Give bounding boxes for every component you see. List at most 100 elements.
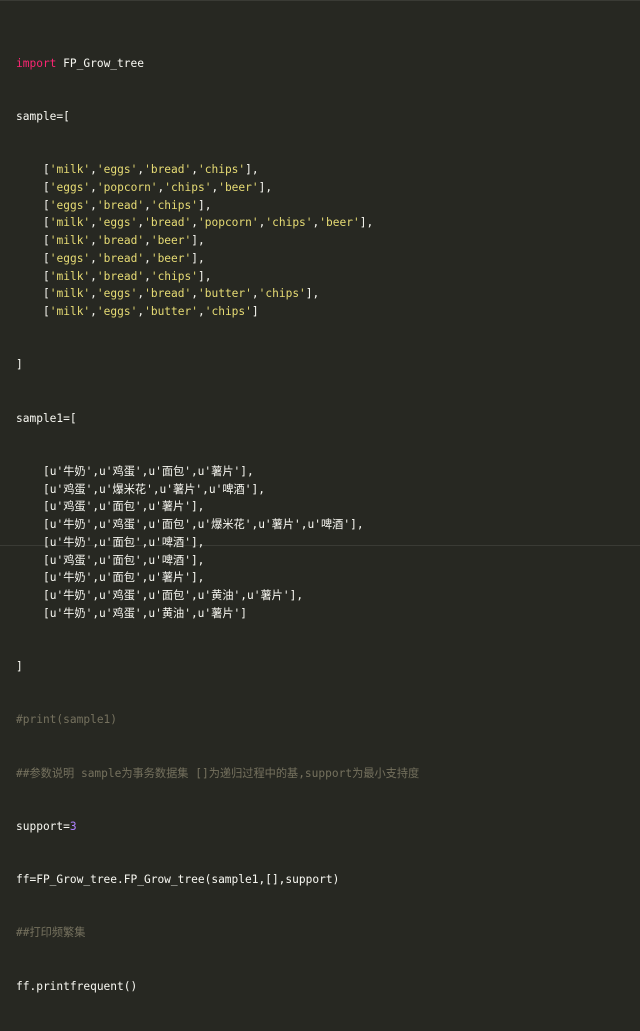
comment-frequent: ##打印频繁集 xyxy=(16,926,86,940)
punctuation-token: , xyxy=(144,234,151,247)
sample1-row-text: [u'牛奶',u'鸡蛋',u'面包',u'爆米花',u'薯片',u'啤酒'], xyxy=(43,518,364,531)
sample-row: ['milk','eggs','bread','popcorn','chips'… xyxy=(16,214,419,232)
punctuation-token: , xyxy=(90,163,97,176)
punctuation-token: ], xyxy=(191,234,205,247)
punctuation-token: , xyxy=(90,216,97,230)
code-content: import FP_Grow_tree sample=[ ['milk','eg… xyxy=(16,19,419,1031)
support-variable: support= xyxy=(16,819,70,833)
punctuation-token: [ xyxy=(43,305,50,318)
code-line-sample-close: ] xyxy=(16,358,23,372)
code-line-import: import FP_Grow_tree xyxy=(16,55,419,73)
sample1-row: [u'鸡蛋',u'面包',u'薯片'], xyxy=(16,498,419,516)
string-token: 'milk' xyxy=(49,305,91,318)
punctuation-token: , xyxy=(90,251,97,265)
punctuation-token: [ xyxy=(43,287,50,301)
punctuation-token: , xyxy=(251,287,259,301)
string-token: 'bread' xyxy=(96,234,145,247)
punctuation-token: ] xyxy=(251,305,259,318)
sample1-row: [u'牛奶',u'面包',u'啤酒'], xyxy=(16,534,419,552)
punctuation-token: [ xyxy=(43,234,50,247)
string-token: 'eggs' xyxy=(49,198,91,212)
string-token: 'bread' xyxy=(144,287,192,301)
string-token: 'chips' xyxy=(198,163,246,176)
string-token: 'chips' xyxy=(150,269,198,283)
string-token: 'popcorn' xyxy=(96,180,158,194)
comment-print: #print(sample1) xyxy=(16,713,118,727)
sample-row: ['milk','eggs','butter','chips'] xyxy=(16,303,419,321)
string-token: 'milk' xyxy=(49,234,91,247)
punctuation-token: , xyxy=(90,198,97,212)
string-token: 'popcorn' xyxy=(198,216,259,230)
sample-row: ['milk','bread','beer'], xyxy=(16,232,419,250)
punctuation-token: , xyxy=(191,287,198,301)
string-token: 'beer' xyxy=(218,180,259,194)
string-token: 'beer' xyxy=(319,216,360,230)
punctuation-token: ], xyxy=(191,251,205,265)
sample1-row-text: [u'牛奶',u'鸡蛋',u'黄油',u'薯片'] xyxy=(43,606,248,620)
string-token: 'milk' xyxy=(49,287,91,301)
punctuation-token: , xyxy=(191,163,198,176)
sample1-row: [u'牛奶',u'鸡蛋',u'黄油',u'薯片'] xyxy=(16,605,419,623)
sample1-row-text: [u'鸡蛋',u'面包',u'啤酒'], xyxy=(43,553,205,567)
string-token: 'chips' xyxy=(258,287,306,301)
string-token: 'bread' xyxy=(144,216,192,230)
string-token: 'eggs' xyxy=(96,305,138,318)
string-token: 'milk' xyxy=(49,163,91,176)
punctuation-token: , xyxy=(90,305,97,318)
punctuation-token: , xyxy=(144,198,151,212)
string-token: 'chips' xyxy=(204,305,252,318)
punctuation-token: , xyxy=(197,305,205,318)
code-line-sample1-open: sample1=[ xyxy=(16,411,77,425)
sample-row: ['eggs','popcorn','chips','beer'], xyxy=(16,179,419,197)
sample1-row-text: [u'牛奶',u'鸡蛋',u'面包',u'薯片'], xyxy=(43,464,254,478)
sample1-row-text: [u'鸡蛋',u'爆米花',u'薯片',u'啤酒'], xyxy=(43,482,265,496)
sample1-row: [u'鸡蛋',u'面包',u'啤酒'], xyxy=(16,552,419,570)
import-module: FP_Grow_tree xyxy=(56,56,144,70)
code-line-sample-open: sample=[ xyxy=(16,109,70,123)
code-line-sample1-close: ] xyxy=(16,660,23,673)
punctuation-token: ], xyxy=(197,269,212,283)
sample-row: ['eggs','bread','beer'], xyxy=(16,250,419,268)
sample-row: ['eggs','bread','chips'], xyxy=(16,197,419,215)
code-line-support: support=3 xyxy=(16,818,419,836)
code-line-ff: ff=FP_Grow_tree.FP_Grow_tree(sample1,[],… xyxy=(16,873,340,886)
punctuation-token: [ xyxy=(43,269,50,283)
string-token: 'bread' xyxy=(96,198,145,212)
sample-row: ['milk','eggs','bread','chips'], xyxy=(16,161,419,179)
punctuation-token: ], xyxy=(245,163,259,176)
punctuation-token: [ xyxy=(43,251,50,265)
sample1-row-text: [u'牛奶',u'面包',u'啤酒'], xyxy=(43,535,205,549)
punctuation-token: , xyxy=(90,287,97,301)
string-token: 'milk' xyxy=(49,216,91,230)
string-token: 'chips' xyxy=(265,216,313,230)
string-token: 'chips' xyxy=(150,198,198,212)
string-token: 'beer' xyxy=(150,234,192,247)
punctuation-token: ], xyxy=(305,287,320,301)
string-token: 'milk' xyxy=(49,269,91,283)
string-token: 'bread' xyxy=(96,251,145,265)
sample-row: ['milk','eggs','bread','butter','chips']… xyxy=(16,285,419,303)
comment-params: ##参数说明 sample为事务数据集 []为递归过程中的基,support为最… xyxy=(16,766,420,780)
code-block: import FP_Grow_tree sample=[ ['milk','eg… xyxy=(0,0,640,993)
punctuation-token: [ xyxy=(43,216,50,230)
sample1-row-text: [u'牛奶',u'鸡蛋',u'面包',u'黄油',u'薯片'], xyxy=(43,589,304,602)
string-token: 'bread' xyxy=(96,269,145,283)
punctuation-token: [ xyxy=(43,198,50,212)
string-token: 'bread' xyxy=(144,163,192,176)
string-token: 'butter' xyxy=(144,305,198,318)
punctuation-token: , xyxy=(144,251,151,265)
punctuation-token: [ xyxy=(43,163,50,176)
sample1-list: [u'牛奶',u'鸡蛋',u'面包',u'薯片'], [u'鸡蛋',u'爆米花',… xyxy=(16,463,419,623)
punctuation-token: ], xyxy=(258,180,273,194)
punctuation-token: , xyxy=(90,269,97,283)
sample1-row: [u'牛奶',u'面包',u'薯片'], xyxy=(16,569,419,587)
string-token: 'eggs' xyxy=(96,163,138,176)
code-line-print: ff.printfrequent() xyxy=(16,979,138,993)
punctuation-token: [ xyxy=(43,180,50,194)
sample1-row: [u'牛奶',u'鸡蛋',u'面包',u'薯片'], xyxy=(16,463,419,481)
string-token: 'eggs' xyxy=(49,180,91,194)
sample-list: ['milk','eggs','bread','chips'], ['eggs',… xyxy=(16,161,419,321)
sample1-row: [u'牛奶',u'鸡蛋',u'面包',u'爆米花',u'薯片',u'啤酒'], xyxy=(16,516,419,534)
punctuation-token: ], xyxy=(359,216,374,230)
sample1-row-text: [u'牛奶',u'面包',u'薯片'], xyxy=(43,571,205,585)
